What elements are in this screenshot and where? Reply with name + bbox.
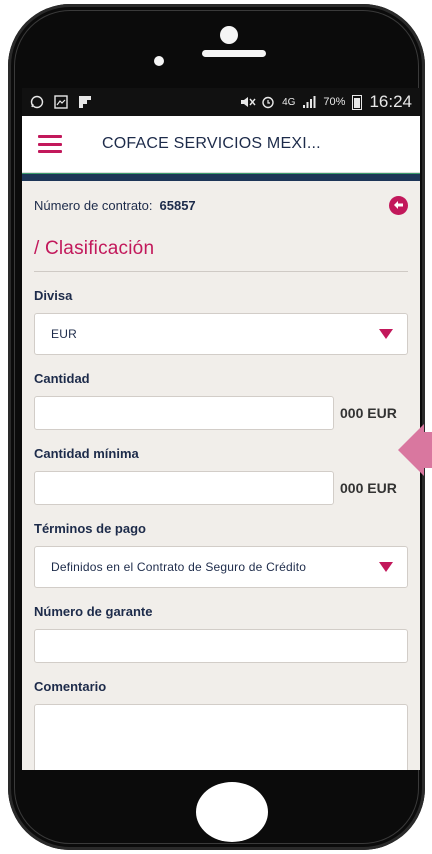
comentario-label: Comentario xyxy=(34,679,107,694)
mute-icon xyxy=(240,95,256,109)
terminos-pago-select[interactable]: Definidos en el Contrato de Seguro de Cr… xyxy=(34,546,408,588)
contract-row: Número de contrato: 65857 xyxy=(34,194,408,216)
gallery-icon xyxy=(54,95,68,109)
earpiece-speaker xyxy=(202,50,266,57)
clock: 16:24 xyxy=(369,92,412,111)
signal-icon xyxy=(302,95,316,109)
section-divider xyxy=(34,271,408,272)
numero-garante-input[interactable] xyxy=(34,629,408,663)
proximity-sensor xyxy=(154,56,164,66)
whatsapp-icon xyxy=(30,95,44,109)
cantidad-minima-suffix: 000 EUR xyxy=(340,480,397,496)
comentario-textarea[interactable] xyxy=(34,704,408,770)
flipboard-icon xyxy=(78,95,92,109)
accent-strip-navy xyxy=(22,176,420,181)
divisa-label: Divisa xyxy=(34,288,73,303)
home-button[interactable] xyxy=(196,782,268,842)
cantidad-minima-row: 000 EUR xyxy=(34,471,408,505)
form-content: Número de contrato: 65857 / Clasificació… xyxy=(22,194,420,770)
chevron-down-icon xyxy=(379,329,393,339)
menu-icon[interactable] xyxy=(38,135,62,153)
alarm-icon xyxy=(261,95,275,109)
front-camera xyxy=(220,26,238,44)
cantidad-minima-input[interactable] xyxy=(34,471,334,505)
battery-percent: 70% xyxy=(323,96,346,108)
pointer-arrow-tail xyxy=(420,432,432,468)
cantidad-suffix: 000 EUR xyxy=(340,405,397,421)
back-arrow-icon[interactable] xyxy=(389,195,408,215)
numero-garante-row xyxy=(34,629,408,663)
cantidad-input[interactable] xyxy=(34,396,334,430)
battery-icon xyxy=(352,94,363,110)
terminos-pago-label: Términos de pago xyxy=(34,521,146,536)
contract-number: 65857 xyxy=(159,197,196,213)
network-type: 4G xyxy=(282,96,296,108)
app-screen: 4G 70% 16:24 COFACE SERVICIOS MEXI... Nú… xyxy=(22,88,420,770)
cantidad-label: Cantidad xyxy=(34,371,90,386)
terminos-pago-value: Definidos en el Contrato de Seguro de Cr… xyxy=(51,560,307,574)
chevron-down-icon xyxy=(379,562,393,572)
app-title: COFACE SERVICIOS MEXI... xyxy=(102,135,321,152)
status-bar: 4G 70% 16:24 xyxy=(22,88,420,116)
app-bar: COFACE SERVICIOS MEXI... xyxy=(22,116,420,172)
cantidad-row: 000 EUR xyxy=(34,396,408,430)
divisa-select[interactable]: EUR xyxy=(34,313,408,355)
contract-label: Número de contrato: xyxy=(34,197,153,213)
cantidad-minima-label: Cantidad mínima xyxy=(34,446,139,461)
numero-garante-label: Número de garante xyxy=(34,604,153,619)
section-title: / Clasificación xyxy=(34,238,155,259)
divisa-value: EUR xyxy=(51,327,77,341)
